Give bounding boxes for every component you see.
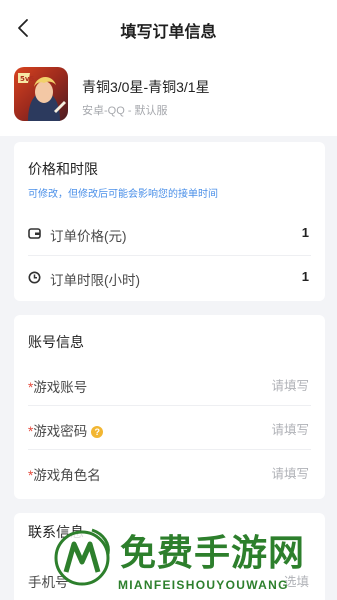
page-title: 填写订单信息 bbox=[120, 24, 217, 41]
game-hero-icon: 5v5 bbox=[14, 67, 68, 121]
game-order-title: 青铜3/0星-青铜3/1星 bbox=[82, 79, 210, 95]
price-section-title: 价格和时限 bbox=[28, 161, 98, 177]
game-password-row[interactable]: *游戏密码? 请填写 bbox=[28, 406, 311, 450]
game-account-input[interactable]: 请填写 bbox=[271, 375, 309, 394]
help-icon[interactable]: ? bbox=[91, 426, 104, 438]
game-account-row[interactable]: *游戏账号 请填写 bbox=[28, 362, 311, 406]
game-role-input[interactable]: 请填写 bbox=[271, 463, 309, 482]
game-role-label: 游戏角色名 bbox=[33, 468, 101, 483]
wallet-icon bbox=[28, 228, 41, 239]
account-section-title: 账号信息 bbox=[28, 334, 84, 350]
game-role-row[interactable]: *游戏角色名 请填写 bbox=[28, 450, 311, 494]
order-time-row[interactable]: 订单时限(小时) 1 bbox=[28, 256, 311, 300]
order-time-label: 订单时限(小时) bbox=[50, 273, 140, 288]
price-hint-text: 可修改，但修改后可能会影响您的接单时间 bbox=[28, 189, 218, 200]
account-info-card: 账号信息 *游戏账号 请填写 *游戏密码? 请填写 *游戏角色名 请填写 bbox=[14, 315, 325, 499]
game-account-label: 游戏账号 bbox=[33, 380, 88, 395]
game-server-info: 安卓-QQ - 默认服 bbox=[82, 105, 168, 117]
order-price-label: 订单价格(元) bbox=[50, 229, 127, 244]
order-price-value[interactable]: 1 bbox=[302, 225, 309, 240]
svg-text:5v5: 5v5 bbox=[20, 75, 34, 83]
watermark: 免费手游网 MIANFEISHOUYOUWANG bbox=[52, 522, 337, 600]
top-bar: 填写订单信息 bbox=[0, 0, 337, 56]
watermark-subtext: MIANFEISHOUYOUWANG bbox=[118, 578, 289, 592]
game-password-label: 游戏密码 bbox=[33, 424, 88, 439]
price-time-card: 价格和时限 可修改，但修改后可能会影响您的接单时间 订单价格(元) 1 订单时限… bbox=[14, 142, 325, 301]
order-price-row[interactable]: 订单价格(元) 1 bbox=[28, 212, 311, 256]
clock-icon bbox=[28, 271, 41, 284]
watermark-logo-icon bbox=[54, 528, 110, 586]
order-time-value[interactable]: 1 bbox=[302, 269, 309, 284]
watermark-text: 免费手游网 bbox=[120, 532, 306, 573]
game-info: 5v5 青铜3/0星-青铜3/1星 安卓-QQ - 默认服 bbox=[0, 56, 337, 136]
game-password-input[interactable]: 请填写 bbox=[271, 419, 309, 438]
